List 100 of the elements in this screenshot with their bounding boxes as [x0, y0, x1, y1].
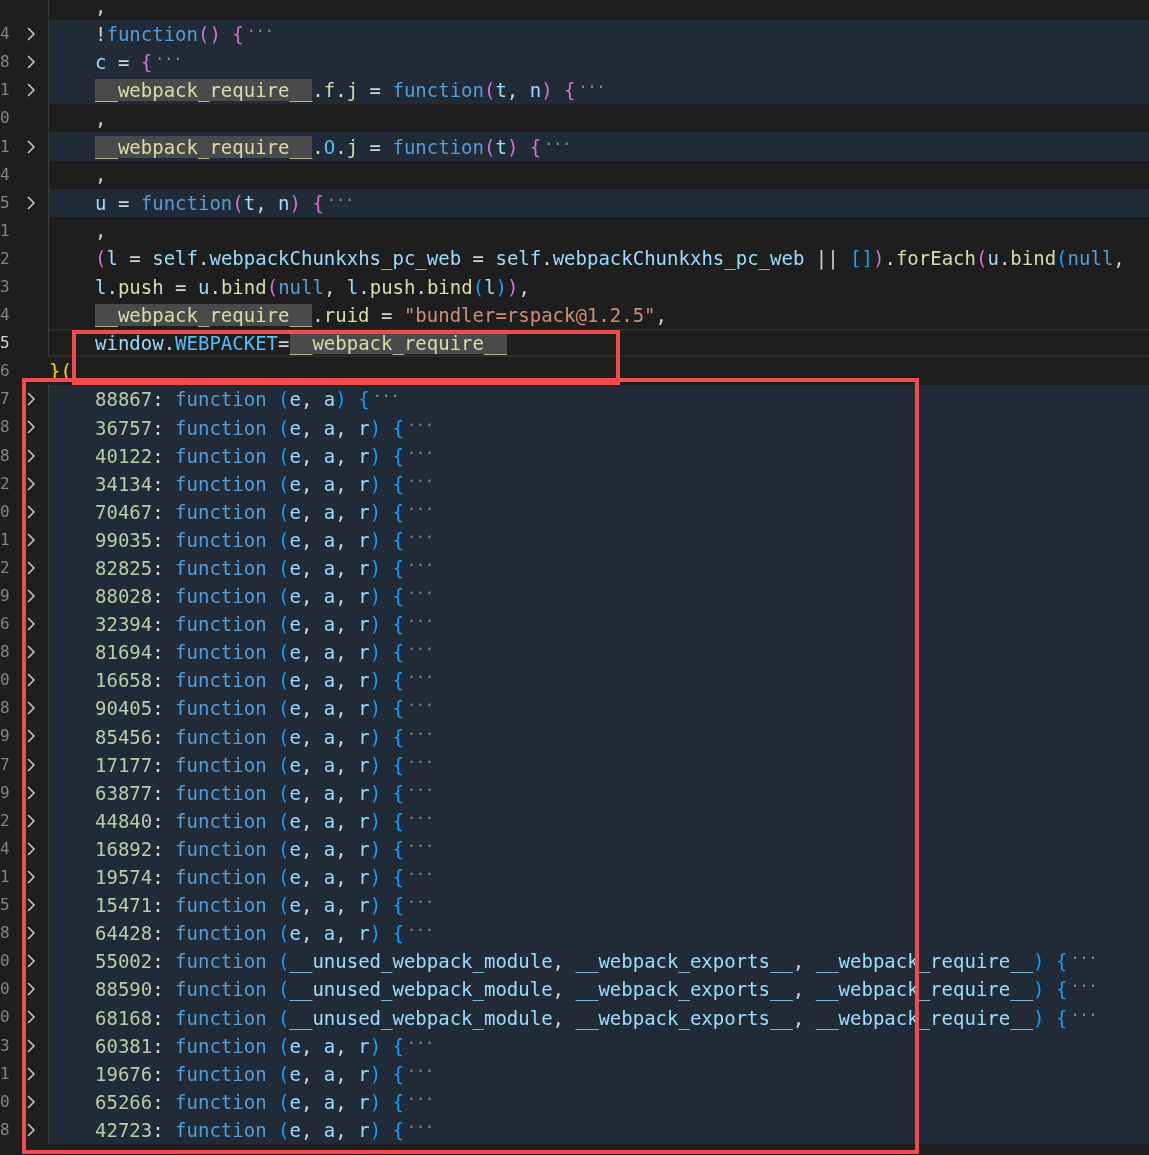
line-number: 1	[0, 138, 11, 155]
code-line: 15471: function (e, a, r) {$^{···}$	[95, 893, 435, 917]
line-number: 5	[0, 194, 11, 211]
line-number: 0	[0, 953, 11, 970]
code-line: 63877: function (e, a, r) {$^{···}$	[95, 780, 435, 805]
code-line: 40122: function (e, a, r) {$^{···}$	[95, 443, 435, 468]
chevron-icon[interactable]	[26, 1121, 36, 1138]
line-number: 3	[0, 279, 11, 295]
chevron-icon[interactable]	[26, 391, 36, 408]
line-number: 5	[0, 897, 11, 914]
code-line: ,	[95, 0, 107, 18]
line-number: 0	[0, 503, 11, 520]
chevron-icon[interactable]	[26, 82, 36, 99]
line-number: 2	[0, 250, 11, 267]
line-number: 9	[0, 588, 11, 604]
chevron-icon[interactable]	[26, 644, 36, 661]
line-number: 8	[0, 700, 11, 717]
chevron-icon[interactable]	[26, 1065, 36, 1082]
line-number: 0	[0, 1093, 11, 1110]
line-number: 6	[0, 616, 11, 633]
code-line: ,	[95, 163, 107, 186]
chevron-icon[interactable]	[26, 840, 36, 857]
code-line: ,	[95, 219, 107, 243]
line-number: 3	[0, 1037, 11, 1054]
chevron-icon[interactable]	[26, 925, 36, 942]
line-number: 1	[0, 531, 11, 548]
line-number: 1	[0, 868, 11, 885]
line-number: 7	[0, 391, 11, 408]
code-line: 60381: function (e, a, r) {$^{···}$	[95, 1033, 435, 1058]
line-number: 2	[0, 812, 11, 829]
code-line: window.WEBPACKET=__webpack_require__	[95, 331, 507, 355]
chevron-icon[interactable]	[26, 447, 36, 464]
line-number: 2	[0, 475, 11, 492]
chevron-icon[interactable]	[26, 54, 36, 71]
line-number: 4	[0, 166, 11, 183]
code-line: 70467: function (e, a, r) {$^{···}$	[95, 499, 435, 524]
code-line: !function() {$^{···}$	[95, 22, 274, 47]
chevron-icon[interactable]	[26, 419, 36, 436]
code-line: 90405: function (e, a, r) {$^{···}$	[95, 696, 435, 721]
chevron-icon[interactable]	[26, 559, 36, 576]
chevron-icon[interactable]	[26, 868, 36, 885]
line-number: 0	[0, 672, 11, 689]
line-number: 7	[0, 756, 11, 773]
line-number: 4	[0, 840, 11, 857]
code-line: 42723: function (e, a, r) {$^{···}$	[95, 1117, 435, 1142]
line-number: 1	[0, 222, 11, 239]
chevron-icon[interactable]	[26, 756, 36, 773]
chevron-icon[interactable]	[26, 194, 36, 211]
chevron-icon[interactable]	[26, 672, 36, 689]
code-line: 19574: function (e, a, r) {$^{···}$	[95, 865, 435, 889]
chevron-icon[interactable]	[26, 531, 36, 548]
chevron-icon[interactable]	[26, 812, 36, 829]
line-number: 6	[0, 363, 11, 380]
line-number: 2	[0, 559, 11, 576]
code-line: 64428: function (e, a, r) {$^{···}$	[95, 921, 435, 946]
chevron-icon[interactable]	[26, 953, 36, 970]
code-line: 99035: function (e, a, r) {$^{···}$	[95, 527, 435, 552]
line-number: 0	[0, 1009, 11, 1026]
line-number: 1	[0, 1065, 11, 1082]
chevron-icon[interactable]	[26, 1009, 36, 1026]
code-line: 34134: function (e, a, r) {$^{···}$	[95, 471, 435, 496]
line-number: 9	[0, 784, 11, 801]
code-line: 85456: function (e, a, r) {$^{···}$	[95, 724, 435, 749]
chevron-icon[interactable]	[26, 728, 36, 745]
code-line: 19676: function (e, a, r) {$^{···}$	[95, 1061, 435, 1086]
line-number: 8	[0, 54, 11, 71]
code-line: 32394: function (e, a, r) {$^{···}$	[95, 612, 435, 636]
code-line: __webpack_require__.O.j = function(t) {$^{···}$	[95, 134, 572, 159]
code-line: (l = self.webpackChunkxhs_pc_web = self.webpackChunkxhs_pc_web || []).forEach(u.bind(null,	[95, 247, 1125, 271]
code-line: 17177: function (e, a, r) {$^{···}$	[95, 752, 435, 777]
code-line: l.push = u.bind(null, l.push.bind(l)),	[95, 275, 530, 299]
line-number: 9	[0, 728, 11, 745]
code-line: 81694: function (e, a, r) {$^{···}$	[95, 640, 435, 665]
chevron-icon[interactable]	[26, 475, 36, 492]
chevron-icon[interactable]	[26, 897, 36, 914]
chevron-icon[interactable]	[26, 26, 36, 43]
line-number: 0	[0, 981, 11, 998]
chevron-icon[interactable]	[26, 616, 36, 633]
code-line: 82825: function (e, a, r) {$^{···}$	[95, 556, 435, 580]
chevron-icon[interactable]	[26, 588, 36, 604]
chevron-icon[interactable]	[26, 503, 36, 520]
code-line: 88867: function (e, a) {$^{···}$	[95, 387, 400, 412]
chevron-icon[interactable]	[26, 784, 36, 801]
line-number: 8	[0, 447, 11, 464]
line-number: 0	[0, 110, 11, 127]
chevron-icon[interactable]	[26, 981, 36, 998]
code-line: 44840: function (e, a, r) {$^{···}$	[95, 808, 435, 833]
code-line: ,	[95, 107, 107, 130]
chevron-icon[interactable]	[26, 138, 36, 155]
line-number: 8	[0, 419, 11, 436]
code-line: 65266: function (e, a, r) {$^{···}$	[95, 1089, 435, 1114]
chevron-icon[interactable]	[26, 700, 36, 717]
code-line: __webpack_require__.ruid = "bundler=rspack@1.2.5",	[95, 303, 667, 327]
line-number: 1	[0, 82, 11, 99]
chevron-icon[interactable]	[26, 1037, 36, 1054]
line-number: 8	[0, 925, 11, 942]
code-line: 36757: function (e, a, r) {$^{···}$	[95, 415, 435, 440]
chevron-icon[interactable]	[26, 1093, 36, 1110]
code-line: 88028: function (e, a, r) {$^{···}$	[95, 584, 435, 608]
line-number: 4	[0, 26, 11, 43]
